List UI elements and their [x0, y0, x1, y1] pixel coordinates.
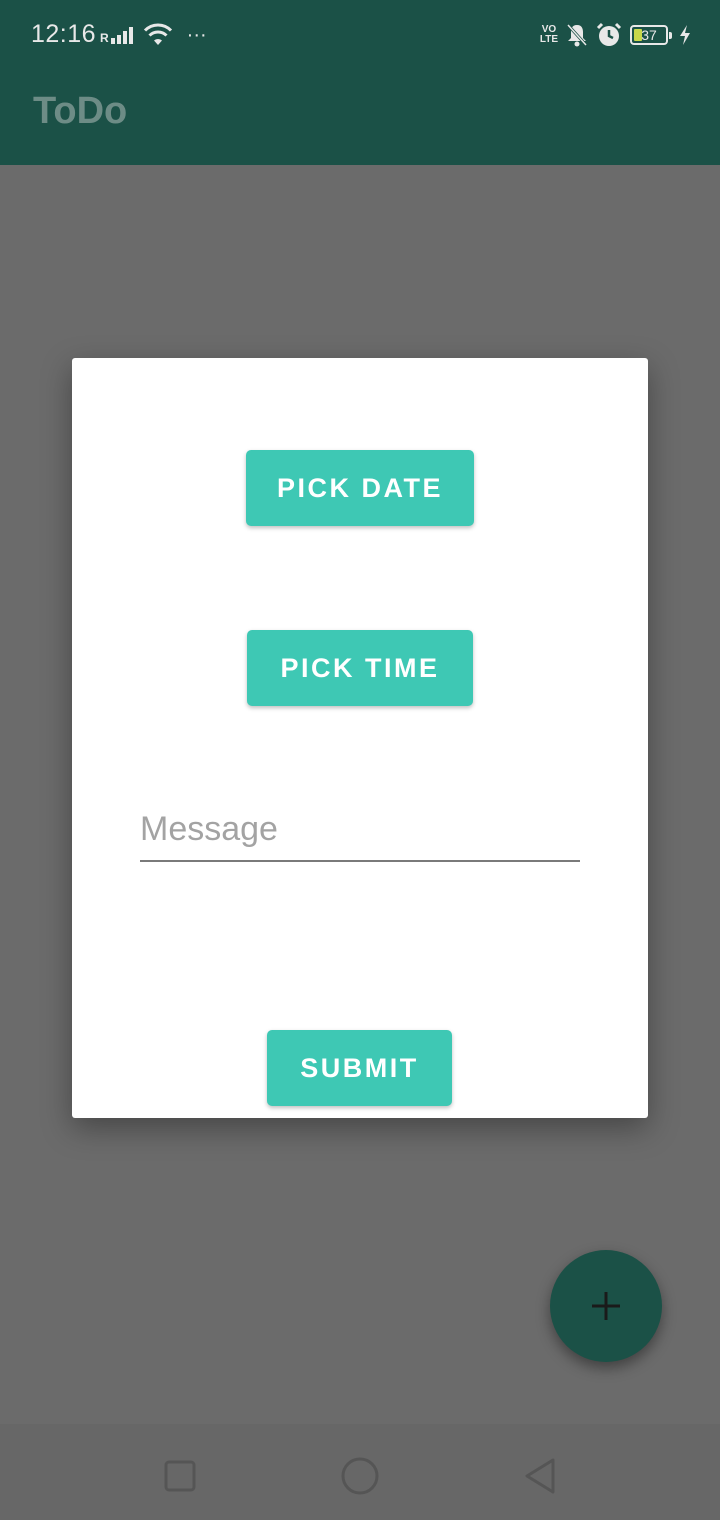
back-icon[interactable] — [520, 1456, 560, 1496]
add-todo-fab[interactable] — [550, 1250, 662, 1362]
app-bar: ToDo — [0, 68, 720, 165]
status-left-icons: R ··· — [100, 22, 207, 48]
alarm-icon — [596, 22, 622, 46]
app-title: ToDo — [33, 90, 128, 132]
wifi-icon — [143, 23, 172, 45]
battery-level: 37 — [641, 27, 657, 43]
home-icon[interactable] — [340, 1456, 380, 1496]
recents-icon[interactable] — [160, 1456, 200, 1496]
status-bar: 12:16 R ··· VO LTE 37 — [0, 0, 720, 68]
more-notifications-icon: ··· — [186, 23, 207, 46]
signal-strength-icon — [110, 26, 133, 44]
message-input[interactable] — [140, 798, 580, 862]
add-todo-dialog: PICK DATE PICK TIME SUBMIT — [72, 358, 648, 1118]
bell-muted-icon — [566, 23, 588, 47]
volte-bottom-label: LTE — [539, 34, 558, 45]
status-right-icons: VO LTE 37 — [540, 20, 692, 50]
plus-icon — [592, 1292, 620, 1320]
navigation-bar — [0, 1424, 720, 1520]
volte-icon: VO LTE — [540, 25, 558, 45]
battery-icon: 37 — [630, 25, 672, 45]
charging-icon — [680, 25, 690, 45]
pick-date-button[interactable]: PICK DATE — [246, 450, 474, 526]
submit-button[interactable]: SUBMIT — [267, 1030, 452, 1106]
roaming-indicator: R — [100, 31, 109, 45]
status-time: 12:16 — [31, 20, 97, 48]
pick-time-button[interactable]: PICK TIME — [247, 630, 473, 706]
